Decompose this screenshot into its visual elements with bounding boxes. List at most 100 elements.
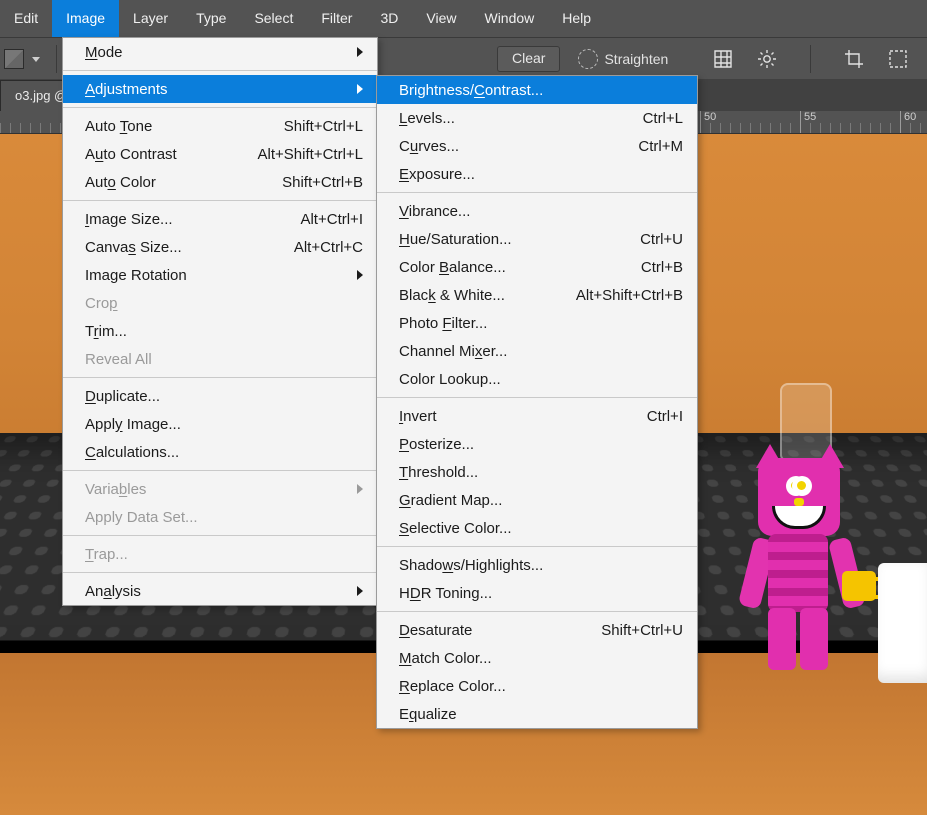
menu-item-label: Exposure... [399, 166, 475, 183]
image-menu-trim[interactable]: Trim... [63, 317, 377, 345]
menu-item-label: Auto Contrast [85, 146, 177, 163]
menu-layer[interactable]: Layer [119, 0, 182, 37]
clear-button[interactable]: Clear [497, 46, 560, 72]
menu-item-label: Trap... [85, 546, 128, 563]
menu-item-shortcut: Alt+Ctrl+C [264, 239, 363, 256]
adjust-menu-hdr-toning[interactable]: HDR Toning... [377, 579, 697, 607]
menu-window[interactable]: Window [470, 0, 548, 37]
adjustments-submenu: Brightness/Contrast... Levels... Ctrl+L Cur… [376, 75, 698, 729]
adjust-menu-photo-filter[interactable]: Photo Filter... [377, 309, 697, 337]
marquee-icon[interactable] [887, 48, 909, 70]
adjust-menu-posterize[interactable]: Posterize... [377, 430, 697, 458]
menu-item-label: Duplicate... [85, 388, 160, 405]
menu-item-label: Selective Color... [399, 520, 512, 537]
image-menu-mode[interactable]: Mode [63, 38, 377, 66]
main-menu-bar: EditImageLayerTypeSelectFilter3DViewWind… [0, 0, 927, 37]
image-menu-image-rotation[interactable]: Image Rotation [63, 261, 377, 289]
straighten-label: Straighten [604, 51, 668, 67]
menu-item-label: Curves... [399, 138, 459, 155]
adjust-menu-curves[interactable]: Curves...Ctrl+M [377, 132, 697, 160]
menu-item-label: Trim... [85, 323, 127, 340]
image-menu-trap: Trap... [63, 540, 377, 568]
adjust-menu-color-lookup[interactable]: Color Lookup... [377, 365, 697, 393]
menu-item-label: Variables [85, 481, 146, 498]
menu-item-label: Auto Color [85, 174, 156, 191]
chevron-down-icon[interactable] [32, 57, 40, 62]
separator [810, 45, 811, 73]
straighten-button[interactable]: Straighten [578, 49, 668, 69]
menu-select[interactable]: Select [240, 0, 307, 37]
crop-tool-icon[interactable] [843, 48, 865, 70]
image-menu-reveal-all: Reveal All [63, 345, 377, 373]
menu-item-shortcut: Alt+Shift+Ctrl+B [546, 287, 683, 304]
menu-view[interactable]: View [412, 0, 470, 37]
adjust-menu-match-color[interactable]: Match Color... [377, 644, 697, 672]
menu-item-label: Color Balance... [399, 259, 506, 276]
image-menu-apply-image[interactable]: Apply Image... [63, 410, 377, 438]
menu-type[interactable]: Type [182, 0, 240, 37]
menu-item-label: Desaturate [399, 622, 472, 639]
menu-edit[interactable]: Edit [0, 0, 52, 37]
adjust-menu-hue-saturation[interactable]: Hue/Saturation... Ctrl+U [377, 225, 697, 253]
menu-help[interactable]: Help [548, 0, 605, 37]
menu-item-label: Levels... [399, 110, 455, 127]
image-menu-crop: Crop [63, 289, 377, 317]
image-menu-dropdown: ModeAdjustmentsAuto ToneShift+Ctrl+LAuto… [62, 37, 378, 606]
menu-item-label: Photo Filter... [399, 315, 487, 332]
gear-icon[interactable] [756, 48, 778, 70]
menu-separator [377, 397, 697, 398]
menu-item-shortcut: Shift+Ctrl+U [571, 622, 683, 639]
menu-separator [377, 611, 697, 612]
adjust-menu-vibrance[interactable]: Vibrance... [377, 197, 697, 225]
menu-separator [377, 546, 697, 547]
menu-item-label: Channel Mixer... [399, 343, 507, 360]
image-menu-image-size[interactable]: Image Size...Alt+Ctrl+I [63, 205, 377, 233]
menu-item-label: Color Lookup... [399, 371, 501, 388]
adjust-menu-color-balance[interactable]: Color Balance...Ctrl+B [377, 253, 697, 281]
submenu-arrow-icon [327, 583, 363, 600]
menu-item-label: Reveal All [85, 351, 152, 368]
image-menu-adjustments[interactable]: Adjustments [63, 75, 377, 103]
image-menu-auto-tone[interactable]: Auto ToneShift+Ctrl+L [63, 112, 377, 140]
tool-preset-swatch[interactable] [4, 49, 24, 69]
menu-item-label: Hue/Saturation... [399, 231, 512, 248]
image-menu-auto-contrast[interactable]: Auto ContrastAlt+Shift+Ctrl+L [63, 140, 377, 168]
grid-icon[interactable] [712, 48, 734, 70]
image-menu-duplicate[interactable]: Duplicate... [63, 382, 377, 410]
image-menu-calculations[interactable]: Calculations... [63, 438, 377, 466]
adjust-menu-channel-mixer[interactable]: Channel Mixer... [377, 337, 697, 365]
menu-item-label: Image Size... [85, 211, 173, 228]
menu-item-label: Analysis [85, 583, 141, 600]
menu-image[interactable]: Image [52, 0, 119, 37]
adjust-menu-invert[interactable]: InvertCtrl+I [377, 402, 697, 430]
ruler-tick: 60 [900, 111, 916, 133]
adjust-menu-replace-color[interactable]: Replace Color... [377, 672, 697, 700]
menu-item-label: Gradient Map... [399, 492, 502, 509]
menu-item-shortcut: Ctrl+L [613, 110, 683, 127]
menu-item-shortcut: Ctrl+U [610, 231, 683, 248]
adjust-menu-brightness-contrast[interactable]: Brightness/Contrast... [377, 76, 697, 104]
image-menu-canvas-size[interactable]: Canvas Size...Alt+Ctrl+C [63, 233, 377, 261]
adjust-menu-gradient-map[interactable]: Gradient Map... [377, 486, 697, 514]
document-tab-label: o3.jpg @ [15, 81, 67, 111]
adjust-menu-exposure[interactable]: Exposure... [377, 160, 697, 188]
menu-item-label: Mode [85, 44, 123, 61]
menu-separator [63, 535, 377, 536]
image-menu-auto-color[interactable]: Auto ColorShift+Ctrl+B [63, 168, 377, 196]
adjust-menu-levels[interactable]: Levels... Ctrl+L [377, 104, 697, 132]
menu-separator [63, 377, 377, 378]
submenu-arrow-icon [327, 44, 363, 61]
menu-item-shortcut: Shift+Ctrl+L [254, 118, 363, 135]
menu-item-label: Posterize... [399, 436, 474, 453]
adjust-menu-desaturate[interactable]: Desaturate Shift+Ctrl+U [377, 616, 697, 644]
menu-item-label: Adjustments [85, 81, 168, 98]
straighten-icon [578, 49, 598, 69]
menu-filter[interactable]: Filter [307, 0, 366, 37]
image-menu-analysis[interactable]: Analysis [63, 577, 377, 605]
adjust-menu-threshold[interactable]: Threshold... [377, 458, 697, 486]
menu-3d[interactable]: 3D [366, 0, 412, 37]
adjust-menu-selective-color[interactable]: Selective Color... [377, 514, 697, 542]
adjust-menu-shadows-highlights[interactable]: Shadows/Highlights... [377, 551, 697, 579]
adjust-menu-black-white[interactable]: Black & White...Alt+Shift+Ctrl+B [377, 281, 697, 309]
adjust-menu-equalize[interactable]: Equalize [377, 700, 697, 728]
